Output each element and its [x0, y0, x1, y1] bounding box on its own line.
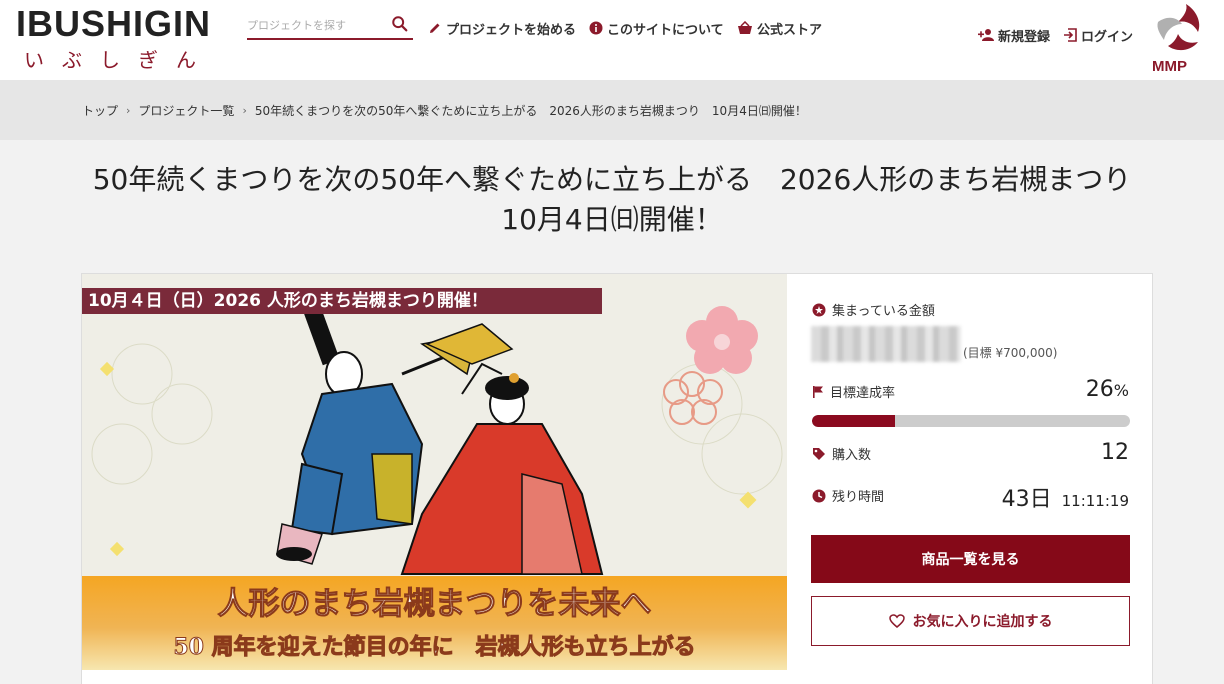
purchases-label: 購入数 [812, 444, 871, 463]
logo-text: IBUSHIGIN [16, 3, 212, 44]
heart-icon [888, 614, 905, 628]
search-icon[interactable] [391, 15, 409, 33]
site-logo[interactable]: IBUSHIGIN いぶしぎん [16, 4, 236, 74]
amount-value-blurred [811, 326, 961, 362]
tag-icon [813, 447, 825, 460]
hero-event-banner: 10月４日（日）2026 人形のまち岩槻まつり開催！ [82, 288, 602, 314]
view-items-button[interactable]: 商品一覧を見る [811, 535, 1130, 583]
register-label: 新規登録 [998, 29, 1051, 45]
breadcrumb-current: 50年続くまつりを次の50年へ繋ぐために立ち上がる 2026人形のまち岩槻まつり… [254, 103, 807, 118]
remaining-value: 43日 11:11:19 [1002, 481, 1129, 513]
add-favorite-button[interactable]: お気に入りに追加する [811, 596, 1130, 646]
nav-label: プロジェクトを始める [446, 22, 577, 38]
breadcrumb-home[interactable]: トップ [82, 102, 118, 119]
nav-label: 公式ストア [757, 22, 823, 38]
rate-label-text: 目標達成率 [830, 386, 896, 401]
nav-about[interactable]: このサイトについて [589, 18, 724, 38]
breadcrumb: トップ › プロジェクト一覧 › 50年続くまつりを次の50年へ繋ぐために立ち上… [0, 80, 1224, 140]
remaining-label: 残り時間 [812, 486, 884, 505]
basket-icon [738, 21, 752, 34]
favorite-button-label: お気に入りに追加する [912, 613, 1053, 629]
nav-store[interactable]: 公式ストア [737, 18, 822, 38]
hero-caption-line1: 人形のまち岩槻まつりを未来へ [217, 586, 652, 623]
mmp-emblem-icon [1157, 4, 1200, 51]
nav-label: このサイトについて [607, 22, 724, 38]
login-link[interactable]: ログイン [1063, 25, 1133, 45]
rate-unit: % [1113, 381, 1129, 400]
clock-icon [812, 489, 826, 502]
mmp-logo[interactable]: MMP [1146, 2, 1208, 76]
star-circle-icon [812, 303, 826, 316]
progress-bar [812, 415, 1130, 427]
mmp-text: MMP [1152, 58, 1187, 75]
login-icon [1064, 28, 1077, 42]
add-user-icon [978, 29, 994, 41]
logo-subtext: いぶしぎん [24, 48, 214, 72]
chevron-right-icon: › [242, 103, 247, 117]
chevron-right-icon: › [126, 103, 131, 117]
site-header: IBUSHIGIN いぶしぎん プロジェクトを始める このサイトについて 公式ス… [0, 0, 1224, 80]
pencil-icon [430, 23, 440, 33]
purchases-value: 12 [1101, 440, 1129, 465]
nav-start-project[interactable]: プロジェクトを始める [428, 18, 576, 38]
project-card: 10月４日（日）2026 人形のまち岩槻まつり開催！ 人形のまち岩槻まつりを未来… [81, 273, 1153, 684]
search-input[interactable] [247, 14, 387, 36]
search-box [247, 12, 413, 40]
register-link[interactable]: 新規登録 [978, 25, 1050, 45]
rate-number: 26 [1085, 377, 1114, 402]
remaining-label-text: 残り時間 [832, 490, 885, 505]
rate-value: 26% [1086, 377, 1129, 402]
login-label: ログイン [1081, 29, 1134, 45]
remaining-days: 43日 [1001, 487, 1052, 512]
flag-icon [813, 385, 823, 398]
goal-amount: (目標 ¥700,000) [963, 346, 1058, 360]
breadcrumb-project-list[interactable]: プロジェクト一覧 [138, 102, 234, 119]
amount-label: 集まっている金額 [812, 300, 935, 319]
page-title: 50年続くまつりを次の50年へ繋ぐために立ち上がる 2026人形のまち岩槻まつり… [92, 163, 1160, 236]
info-icon [589, 21, 603, 35]
project-hero-image: 10月４日（日）2026 人形のまち岩槻まつり開催！ 人形のまち岩槻まつりを未来… [82, 274, 787, 670]
funding-stats-panel: 集まっている金額 (目標 ¥700,000) 目標達成率 26% 購入数 12 [787, 274, 1154, 670]
progress-fill [812, 415, 895, 427]
remaining-time: 11:11:19 [1061, 492, 1129, 510]
hero-caption-band: 人形のまち岩槻まつりを未来へ 50 周年を迎えた節目の年に 岩槻人形も立ち上がる [82, 576, 787, 670]
purchases-label-text: 購入数 [832, 448, 872, 463]
amount-label-text: 集まっている金額 [832, 304, 935, 319]
hero-caption-line2: 50 周年を迎えた節目の年に 岩槻人形も立ち上がる [173, 634, 696, 661]
rate-label: 目標達成率 [812, 382, 895, 401]
